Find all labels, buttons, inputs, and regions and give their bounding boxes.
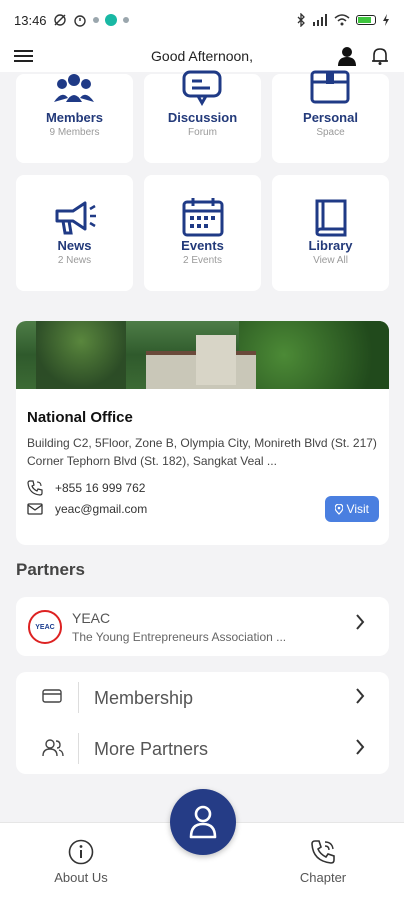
location-pin-icon <box>334 503 343 515</box>
bluetooth-icon <box>297 13 305 27</box>
tile-subtitle: 9 Members <box>49 127 100 138</box>
status-bar: 13:46 <box>0 0 404 40</box>
nav-chapter[interactable]: Chapter <box>283 839 363 885</box>
office-address: Building C2, 5Floor, Zone B, Olympia Cit… <box>27 436 377 468</box>
megaphone-icon <box>55 201 96 235</box>
partners-heading: Partners <box>16 560 85 579</box>
status-time: 13:46 <box>14 12 47 28</box>
tile-personal[interactable]: Personal Space <box>272 70 389 163</box>
tile-subtitle: Space <box>316 127 345 138</box>
discussion-icon <box>182 70 222 106</box>
email-icon <box>27 503 43 515</box>
tile-title: Discussion <box>167 110 238 125</box>
office-email-row[interactable]: yeac@gmail.com <box>27 502 147 516</box>
calendar-icon <box>182 198 224 237</box>
app-bar: Good Afternoon, <box>0 40 404 72</box>
menu-label: More Partners <box>94 739 209 759</box>
partner-logo-text: YEAC <box>35 623 55 631</box>
bell-icon[interactable] <box>370 46 390 66</box>
sync-off-icon <box>53 14 66 26</box>
tile-events[interactable]: Events 2 Events <box>144 175 261 291</box>
office-photo <box>16 321 389 389</box>
phone-icon <box>27 480 43 496</box>
book-icon <box>315 199 347 237</box>
person-icon <box>189 805 217 839</box>
menu-item-membership[interactable]: Membership <box>16 672 389 723</box>
alarm-icon <box>73 15 86 27</box>
nav-chapter-label: Chapter <box>299 870 347 885</box>
tile-library[interactable]: Library View All <box>272 175 389 291</box>
partner-logo: YEAC <box>28 610 62 644</box>
notification-dot-icon <box>122 17 129 23</box>
notification-dot-icon <box>92 17 99 23</box>
chevron-right-icon <box>355 687 365 710</box>
tile-title: Events <box>181 238 224 253</box>
menu-item-more-partners[interactable]: More Partners <box>16 723 389 774</box>
members-icon <box>54 74 94 102</box>
charging-icon <box>383 14 389 26</box>
partner-description: The Young Entrepreneurs Association ... <box>72 630 287 644</box>
personal-box-icon <box>310 70 350 104</box>
divider <box>78 733 79 764</box>
office-card[interactable]: National Office Building C2, 5Floor, Zon… <box>16 321 389 545</box>
menu-icon[interactable] <box>14 48 34 64</box>
tile-title: Members <box>45 110 104 125</box>
tile-title: Library <box>308 238 353 253</box>
status-right <box>296 13 390 27</box>
visit-button[interactable]: Visit <box>324 496 379 522</box>
tile-title: News <box>57 238 92 253</box>
phone-call-icon <box>311 840 335 864</box>
card-icon <box>42 689 62 703</box>
signal-icon <box>313 14 327 26</box>
profile-fab-button[interactable] <box>170 789 236 855</box>
partner-item-yeac[interactable]: YEAC YEAC The Young Entrepreneurs Associ… <box>16 597 389 656</box>
partner-name: YEAC <box>72 610 111 626</box>
tile-subtitle: 2 News <box>57 255 92 266</box>
visit-label: Visit <box>346 502 369 516</box>
chevron-right-icon <box>355 613 365 636</box>
office-email: yeac@gmail.com <box>55 502 148 516</box>
app-notification-icon <box>104 14 117 26</box>
chevron-right-icon <box>355 738 365 761</box>
tile-title: Personal <box>303 110 358 125</box>
tile-members[interactable]: Members 9 Members <box>16 74 133 163</box>
divider <box>78 682 79 713</box>
info-icon <box>68 839 94 865</box>
tile-discussion[interactable]: Discussion Forum <box>144 70 261 163</box>
tile-news[interactable]: News 2 News <box>16 175 133 291</box>
status-left: 13:46 <box>14 13 129 28</box>
more-menu: Membership More Partners <box>16 672 389 774</box>
office-phone: +855 16 999 762 <box>55 481 146 495</box>
wifi-icon <box>334 14 350 26</box>
menu-label: Membership <box>94 688 194 708</box>
tile-subtitle: 2 Events <box>183 255 222 266</box>
office-name: National Office <box>27 409 133 426</box>
users-icon <box>42 739 64 757</box>
tile-subtitle: Forum <box>188 127 217 138</box>
profile-icon[interactable] <box>338 46 356 66</box>
tile-subtitle: View All <box>313 255 348 266</box>
office-phone-row[interactable]: +855 16 999 762 <box>27 480 145 496</box>
battery-icon <box>356 15 376 25</box>
nav-about-label: About Us <box>54 870 108 885</box>
nav-about-us[interactable]: About Us <box>41 839 121 885</box>
